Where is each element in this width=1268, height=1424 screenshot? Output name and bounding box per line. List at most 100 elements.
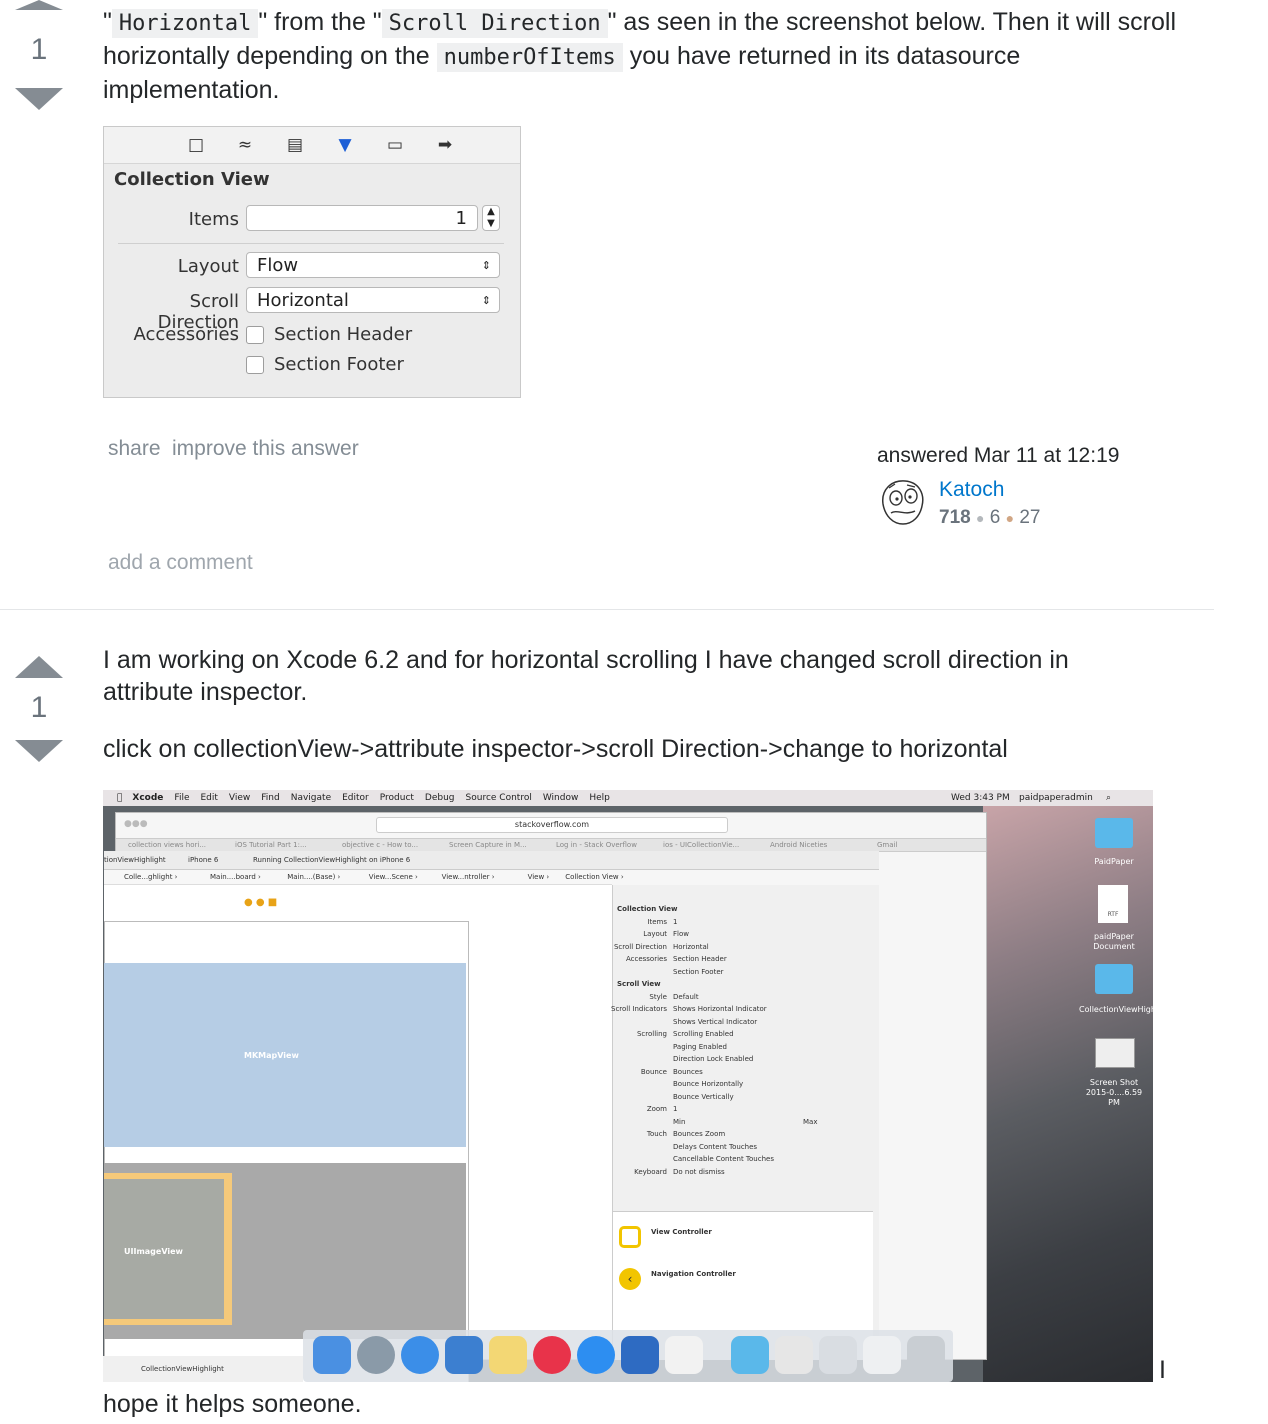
section-header-checkbox bbox=[246, 326, 264, 344]
traffic-lights: ●●● bbox=[124, 819, 148, 829]
inspector-row-value[interactable]: Bounces Zoom bbox=[673, 1130, 725, 1138]
inspector-row-value[interactable]: Shows Vertical Indicator bbox=[673, 1018, 757, 1026]
menu-item[interactable]: File bbox=[174, 793, 189, 803]
inspector-row-label: Scroll View bbox=[617, 980, 661, 988]
inspector-row-value[interactable]: 1 bbox=[673, 1105, 677, 1113]
jump-bar-item[interactable]: Colle...ghlight › bbox=[124, 873, 177, 881]
folder-icon bbox=[731, 1336, 769, 1374]
browser-tab[interactable]: iOS Tutorial Part 1:... bbox=[235, 841, 307, 849]
answer2-closing-text: hope it helps someone. bbox=[103, 1390, 362, 1418]
notes-icon bbox=[489, 1336, 527, 1374]
inspector-row-value[interactable]: Bounces bbox=[673, 1068, 703, 1076]
inspector-row-value[interactable]: Bounce Horizontally bbox=[673, 1080, 743, 1088]
apple-icon:  bbox=[117, 793, 122, 803]
rage-face-avatar-icon bbox=[882, 480, 924, 525]
menu-item[interactable]: Source Control bbox=[466, 793, 532, 803]
inspector-row-value[interactable]: Min bbox=[673, 1118, 685, 1126]
jump-bar-item[interactable]: Collection View › bbox=[565, 873, 624, 881]
answer2-paragraph-2: click on collectionView->attribute inspe… bbox=[103, 735, 1008, 763]
desktop-folder-icon bbox=[1095, 964, 1133, 994]
desktop-icon-label: PaidPaper bbox=[1094, 857, 1134, 866]
inspector-row-value[interactable]: Paging Enabled bbox=[673, 1043, 727, 1051]
inspector-row-value[interactable]: Delays Content Touches bbox=[673, 1143, 757, 1151]
upvote-arrow-icon[interactable] bbox=[15, 656, 63, 678]
downvote-arrow-icon[interactable] bbox=[15, 740, 63, 762]
inspector-row-label: Zoom bbox=[646, 1105, 667, 1113]
jump-bar-item[interactable]: View...Scene › bbox=[369, 873, 418, 881]
zoom-max-label: Max bbox=[803, 1117, 818, 1126]
reputation-score: 718 bbox=[939, 507, 971, 528]
collection-view: UIImageView bbox=[104, 1163, 466, 1339]
closing-text-fragment: I bbox=[1159, 1356, 1166, 1384]
jump-bar-item[interactable]: Main....(Base) › bbox=[287, 873, 340, 881]
downvote-arrow-icon[interactable] bbox=[15, 88, 63, 110]
browser-tab[interactable]: Gmail bbox=[877, 841, 897, 849]
activity-status: Running CollectionViewHighlight on iPhon… bbox=[253, 856, 411, 864]
avatar[interactable] bbox=[877, 476, 929, 528]
answered-timestamp: answered Mar 11 at 12:19 bbox=[877, 444, 1120, 467]
inspector-row-value[interactable]: 1 bbox=[673, 918, 677, 926]
menu-item[interactable]: Editor bbox=[342, 793, 369, 803]
inspector-row-value[interactable]: Section Header bbox=[673, 955, 727, 963]
improve-answer-link[interactable]: improve this answer bbox=[172, 437, 359, 461]
menu-item[interactable]: Help bbox=[589, 793, 610, 803]
menu-item[interactable]: Edit bbox=[200, 793, 217, 803]
inspector-row-value[interactable]: Horizontal bbox=[673, 943, 709, 951]
jump-bar-item[interactable]: View › bbox=[528, 873, 550, 881]
attributes-icon: ▼ bbox=[338, 135, 352, 155]
trash-icon bbox=[907, 1336, 945, 1374]
answer-separator bbox=[0, 609, 1214, 610]
browser-tab[interactable]: Log in - Stack Overflow bbox=[556, 841, 637, 849]
user-stats: 718 ● 6 ● 27 bbox=[939, 507, 1040, 529]
browser-tab[interactable]: collection views hori... bbox=[128, 841, 206, 849]
inspector-row-value[interactable]: Cancellable Content Touches bbox=[673, 1155, 774, 1163]
inspector-row-value[interactable]: Direction Lock Enabled bbox=[673, 1055, 753, 1063]
inspector-row-label: Scroll Indicators bbox=[611, 1005, 667, 1013]
jump-bar: Colle...ghlight › Main....board › Main....… bbox=[104, 870, 624, 885]
simulator-icon bbox=[621, 1336, 659, 1374]
inline-code: Horizontal bbox=[111, 9, 259, 38]
user-name-link[interactable]: Katoch bbox=[939, 478, 1004, 502]
menu-item[interactable]: Xcode bbox=[132, 793, 163, 803]
inspector-row-value[interactable]: Bounce Vertically bbox=[673, 1093, 734, 1101]
layout-select: Flow ⇕ bbox=[246, 252, 500, 278]
browser-tab[interactable]: objective c - How to... bbox=[342, 841, 418, 849]
inspector-row-value[interactable]: Flow bbox=[673, 930, 689, 938]
inspector-section-title: Collection View bbox=[114, 169, 270, 190]
menu-clock: Wed 3:43 PM bbox=[951, 793, 1010, 803]
browser-tab[interactable]: Screen Capture in M... bbox=[449, 841, 527, 849]
inspector-row-label: Scroll Direction bbox=[613, 942, 667, 951]
size-ruler-icon: ▭ bbox=[386, 135, 404, 155]
inspector-row-value[interactable]: Scrolling Enabled bbox=[673, 1030, 734, 1038]
inspector-row-value[interactable]: Default bbox=[673, 993, 699, 1001]
bronze-badge-count: 27 bbox=[1019, 507, 1041, 528]
select-arrows-icon: ⇕ bbox=[481, 259, 491, 272]
inline-code: numberOfItems bbox=[436, 43, 623, 72]
jump-bar-item[interactable]: Main....board › bbox=[210, 873, 261, 881]
menu-item[interactable]: Window bbox=[543, 793, 579, 803]
divider bbox=[118, 243, 504, 244]
upvote-arrow-icon[interactable] bbox=[15, 0, 63, 10]
add-comment-link[interactable]: add a comment bbox=[108, 551, 253, 575]
items-field: 1 bbox=[246, 205, 478, 231]
browser-tab[interactable]: ios - UICollectionVie... bbox=[663, 841, 739, 849]
inspector-row-value[interactable]: Section Footer bbox=[673, 968, 724, 976]
section-header-label: Section Header bbox=[274, 324, 413, 345]
menu-item[interactable]: Product bbox=[380, 793, 414, 803]
share-link[interactable]: share bbox=[108, 437, 161, 461]
browser-tab[interactable]: Android Niceties bbox=[770, 841, 827, 849]
scene-dock: ● ● ■ bbox=[244, 897, 278, 908]
inspector-row-label: Layout bbox=[643, 930, 667, 938]
window-thumbnail-icon bbox=[819, 1336, 857, 1374]
menu-item[interactable]: Debug bbox=[425, 793, 455, 803]
menu-item[interactable]: View bbox=[229, 793, 250, 803]
launchpad-icon bbox=[357, 1336, 395, 1374]
browser-tab-bar: collection views hori... iOS Tutorial Par… bbox=[116, 838, 986, 852]
jump-bar-item[interactable]: View...ntroller › bbox=[442, 873, 495, 881]
menu-item[interactable]: Navigate bbox=[291, 793, 331, 803]
inspector-row-value[interactable]: Do not dismiss bbox=[673, 1168, 725, 1176]
desktop-folder-icon bbox=[1095, 818, 1133, 848]
menu-item[interactable]: Find bbox=[261, 793, 279, 803]
scroll-direction-select: Horizontal ⇕ bbox=[246, 287, 500, 313]
inspector-row-value[interactable]: Shows Horizontal Indicator bbox=[673, 1005, 767, 1013]
